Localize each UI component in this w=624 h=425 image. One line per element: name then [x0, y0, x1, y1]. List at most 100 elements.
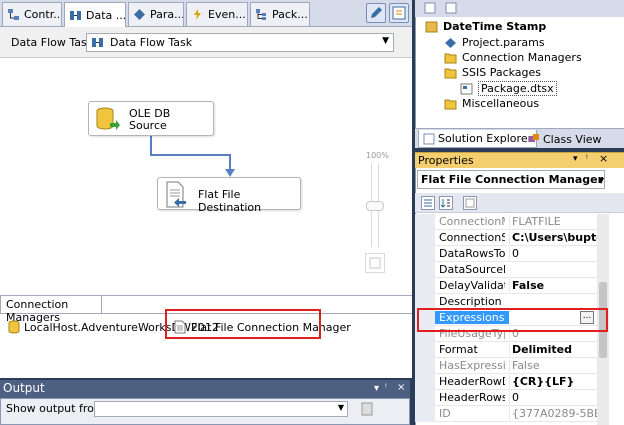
- property-value[interactable]: 0: [509, 391, 603, 404]
- folder-open-icon: [444, 68, 457, 78]
- property-name: DelayValidatio: [439, 279, 505, 292]
- control-flow-icon: [8, 9, 19, 20]
- property-name: ID: [439, 407, 451, 420]
- ole-db-source-component[interactable]: OLE DB Source: [88, 101, 214, 136]
- row-gutter: [415, 278, 435, 294]
- property-row[interactable]: HeaderRowsTo 0: [415, 390, 603, 406]
- show-all-files-icon[interactable]: [445, 2, 457, 14]
- zoom-fit-button[interactable]: [365, 253, 385, 273]
- properties-toolbar-icon[interactable]: [424, 2, 436, 14]
- lightning-icon: [194, 9, 201, 20]
- tree-item-label: Miscellaneous: [462, 97, 540, 110]
- tree-item-miscellaneous[interactable]: Miscellaneous: [444, 97, 539, 110]
- flat-file-destination-component[interactable]: Flat File Destination: [157, 177, 301, 214]
- property-value[interactable]: False: [509, 359, 603, 372]
- data-flow-task-select[interactable]: Data Flow Task ▼: [86, 33, 394, 52]
- dropdown-icon[interactable]: ▾: [573, 154, 578, 164]
- output-toolbar-icon[interactable]: [360, 401, 374, 417]
- properties-title-bar: Properties: [415, 152, 624, 168]
- tree-item-label: SSIS Packages: [462, 66, 542, 79]
- tab-event-handlers[interactable]: Even...: [186, 2, 248, 26]
- alphabetical-button[interactable]: [439, 196, 453, 210]
- solution-explorer-icon: [423, 133, 435, 144]
- tab-label: Contr...: [24, 8, 62, 21]
- tree-item-label: Package.dtsx: [478, 81, 557, 96]
- property-value[interactable]: False: [509, 279, 603, 292]
- tab-data-flow[interactable]: Data ...: [64, 2, 126, 27]
- tree-item-connection-managers[interactable]: Connection Managers: [444, 51, 582, 64]
- project-icon: [425, 21, 438, 32]
- show-output-label: Show output from:: [6, 402, 109, 415]
- property-name: HeaderRowDel: [439, 375, 505, 388]
- categorized-icon: [424, 199, 432, 207]
- highlight-box: [417, 308, 608, 332]
- output-title: Output: [3, 381, 45, 395]
- property-name: Description: [439, 295, 502, 308]
- row-gutter: [415, 262, 435, 278]
- tree-item-package[interactable]: Package.dtsx: [460, 81, 557, 96]
- property-name: HeaderRowsTo: [439, 391, 505, 404]
- zoom-slider-thumb[interactable]: [366, 201, 384, 211]
- close-icon[interactable]: ×: [397, 382, 405, 393]
- property-value[interactable]: C:\Users\bupton\D: [509, 231, 603, 244]
- tab-solution-explorer[interactable]: Solution Explorer: [418, 130, 538, 148]
- tree-item-ssis-packages[interactable]: SSIS Packages: [444, 66, 541, 79]
- close-icon[interactable]: ×: [599, 152, 608, 165]
- property-row[interactable]: HeaderRowDel {CR}{LF}: [415, 374, 603, 390]
- property-row[interactable]: Format Delimited: [415, 342, 603, 358]
- property-value[interactable]: FLATFILE: [509, 215, 603, 228]
- tree-item-project[interactable]: DateTime Stamp: [425, 20, 546, 33]
- property-row[interactable]: ConnectionMa FLATFILE: [415, 214, 603, 230]
- row-gutter: [415, 390, 435, 406]
- property-name: HasExpression: [439, 359, 505, 372]
- tab-label: Class View: [543, 132, 602, 146]
- properties-object-select[interactable]: Flat File Connection Manager Connec: [417, 170, 605, 189]
- destination-label: Flat File Destination: [198, 188, 262, 214]
- property-name: DataRowsToSk: [439, 247, 505, 260]
- pin-icon[interactable]: ᵎ: [586, 153, 588, 164]
- source-label-line2: Source: [129, 119, 167, 132]
- chevron-down-icon[interactable]: ▼: [598, 176, 604, 185]
- tab-class-view[interactable]: Class View: [524, 130, 606, 148]
- connection-managers-tab[interactable]: Connection Managers: [0, 296, 102, 324]
- data-flow-task-label: Data Flow Task:: [11, 36, 97, 49]
- property-pages-button[interactable]: [463, 196, 477, 210]
- tab-label: Even...: [208, 8, 246, 21]
- property-value[interactable]: Delimited: [509, 343, 603, 356]
- tree-item-project-params[interactable]: Project.params: [444, 36, 545, 49]
- properties-title: Properties: [418, 154, 474, 167]
- tab-label: Solution Explorer: [438, 132, 533, 145]
- property-value[interactable]: {CR}{LF}: [509, 375, 603, 388]
- highlight-box: [165, 309, 321, 339]
- row-gutter: [415, 342, 435, 358]
- property-value[interactable]: {377A0289-5BB2-48: [509, 407, 603, 420]
- parameters-icon: [134, 9, 145, 20]
- property-row[interactable]: DelayValidatio False: [415, 278, 603, 294]
- tree-item-label: DateTime Stamp: [443, 20, 547, 33]
- tab-package-explorer[interactable]: Pack...: [250, 2, 310, 26]
- property-name: ConnectionMa: [439, 215, 505, 228]
- show-output-select[interactable]: ▼: [94, 401, 348, 417]
- toolbar-button[interactable]: [366, 3, 386, 23]
- sort-alphabetical-icon: [440, 199, 450, 208]
- property-row[interactable]: ID {377A0289-5BB2-48: [415, 406, 603, 422]
- toolbar-button-variables[interactable]: [389, 3, 409, 23]
- zoom-percent: 100%: [366, 151, 389, 160]
- tree-item-label: Connection Managers: [462, 51, 582, 64]
- property-row[interactable]: DataSourceID: [415, 262, 603, 278]
- dropdown-icon[interactable]: ▾: [374, 383, 379, 394]
- tab-control-flow[interactable]: Contr...: [2, 2, 62, 26]
- property-row[interactable]: ConnectionStr C:\Users\bupton\D: [415, 230, 603, 246]
- tab-parameters[interactable]: Para...: [128, 2, 184, 26]
- folder-icon: [444, 99, 457, 109]
- property-value[interactable]: 0: [509, 247, 603, 260]
- property-pages-icon: [465, 198, 475, 208]
- data-flow-icon: [92, 38, 103, 47]
- categorized-button[interactable]: [421, 196, 435, 210]
- pin-icon[interactable]: ᵎ: [385, 382, 387, 393]
- property-row[interactable]: HasExpression False: [415, 358, 603, 374]
- flat-file-destination-icon: [166, 181, 186, 208]
- property-row[interactable]: DataRowsToSk 0: [415, 246, 603, 262]
- data-flow-canvas[interactable]: OLE DB Source Flat File Destination: [0, 59, 412, 295]
- chevron-down-icon: ▼: [337, 403, 344, 412]
